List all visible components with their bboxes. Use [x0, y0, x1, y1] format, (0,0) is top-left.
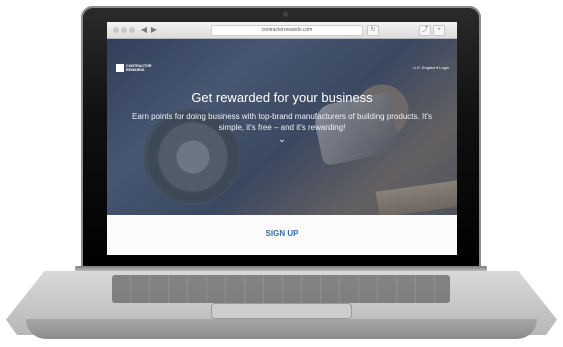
- signup-section: SIGN UP: [107, 215, 457, 255]
- logo-text: CONTRACTOR REWARDS: [126, 63, 152, 72]
- laptop-screen: ◀ ▶ contractorrewards.com ↻ ⤴ + CONTRACT…: [107, 22, 457, 255]
- signup-button[interactable]: SIGN UP: [107, 229, 457, 238]
- window-maximize-icon[interactable]: [129, 27, 135, 33]
- logo-house-icon: [116, 63, 124, 72]
- address-bar[interactable]: contractorrewards.com: [211, 25, 363, 36]
- chevron-down-icon[interactable]: ⌄: [277, 134, 287, 144]
- back-icon[interactable]: ◀: [139, 25, 149, 35]
- window-close-icon[interactable]: [113, 27, 119, 33]
- reload-icon[interactable]: ↻: [367, 25, 379, 36]
- keyboard: [112, 275, 450, 303]
- webcam-icon: [283, 12, 288, 17]
- new-tab-icon[interactable]: +: [433, 25, 445, 36]
- trackpad: [211, 303, 352, 319]
- site-logo[interactable]: CONTRACTOR REWARDS: [116, 63, 156, 72]
- share-icon[interactable]: ⤴: [419, 25, 431, 36]
- hero-title: Get rewarded for your business: [191, 90, 373, 105]
- language-login-nav[interactable]: U.S. English ▾ Login: [413, 65, 449, 70]
- hero-subtitle: Earn points for doing business with top-…: [132, 112, 432, 132]
- window-minimize-icon[interactable]: [121, 27, 127, 33]
- hero-banner: CONTRACTOR REWARDS U.S. English ▾ Login …: [107, 39, 457, 215]
- laptop-front-lip: [26, 319, 537, 339]
- browser-toolbar: ◀ ▶ contractorrewards.com ↻ ⤴ +: [107, 22, 457, 39]
- forward-icon[interactable]: ▶: [149, 25, 159, 35]
